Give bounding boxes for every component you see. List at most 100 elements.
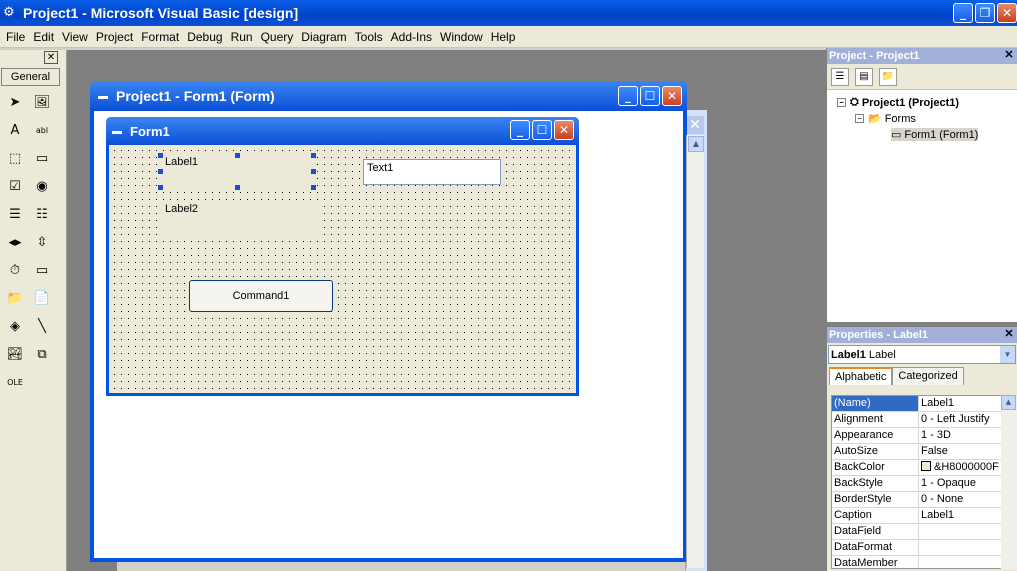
property-row[interactable]: Appearance 1 - 3D (832, 428, 1002, 444)
designer-close-button[interactable]: ✕ (662, 86, 682, 106)
tab-alphabetic[interactable]: Alphabetic (829, 367, 893, 385)
menu-debug[interactable]: Debug (183, 30, 226, 44)
property-value[interactable]: 0 - None (919, 492, 1002, 507)
property-value[interactable]: Label1 (919, 396, 1002, 411)
tab-categorized[interactable]: Categorized (892, 367, 964, 385)
form1-design-canvas[interactable]: Label1 Label2 Text1 Command1 (109, 145, 576, 393)
scroll-up-icon[interactable]: ▲ (1001, 395, 1016, 410)
properties-scrollbar[interactable]: ▲ (1001, 395, 1017, 569)
restore-button[interactable]: ❐ (975, 3, 995, 23)
collapse-icon[interactable]: − (855, 114, 864, 123)
selection-handle[interactable] (158, 169, 163, 174)
view-code-icon[interactable]: ☰ (831, 67, 849, 86)
label2-control[interactable]: Label2 (159, 201, 323, 241)
data-icon[interactable]: ⧉ (31, 343, 53, 365)
frame-icon[interactable]: ⬚ (4, 147, 26, 169)
menu-window[interactable]: Window (436, 30, 487, 44)
designer-minimize-button[interactable]: _ (618, 86, 638, 106)
property-value[interactable]: Label1 (919, 508, 1002, 523)
property-value[interactable]: False (919, 444, 1002, 459)
listbox-icon[interactable]: ☷ (31, 203, 53, 225)
image-icon[interactable]: 🏞 (4, 343, 26, 365)
property-row[interactable]: (Name) Label1 (832, 396, 1002, 412)
background-window-close-icon[interactable]: ✕ (686, 116, 704, 134)
toolbox-general-tab[interactable]: General (1, 68, 60, 86)
menu-help[interactable]: Help (487, 30, 520, 44)
selection-handle[interactable] (158, 185, 163, 190)
label-icon[interactable]: A (4, 119, 26, 141)
properties-grid[interactable]: (Name) Label1 Alignment 0 - Left Justify App… (831, 395, 1003, 569)
tree-node-forms[interactable]: − 📂 Forms (855, 112, 916, 125)
menu-file[interactable]: File (2, 30, 29, 44)
menu-query[interactable]: Query (257, 30, 298, 44)
menu-diagram[interactable]: Diagram (297, 30, 350, 44)
property-value[interactable]: &H8000000F (919, 460, 1002, 475)
dirlist-icon[interactable]: 📁 (4, 287, 26, 309)
text1-control[interactable]: Text1 (363, 159, 501, 185)
property-row[interactable]: DataField (832, 524, 1002, 540)
object-selector[interactable]: Label1 Label ▼ (828, 345, 1016, 364)
selection-handle[interactable] (311, 185, 316, 190)
tree-node-form1[interactable]: ▭ Form1 (Form1) (891, 128, 979, 141)
vb-app-icon[interactable]: ⚙ (3, 5, 19, 21)
property-row[interactable]: AutoSize False (832, 444, 1002, 460)
property-value[interactable]: 0 - Left Justify (919, 412, 1002, 427)
property-row[interactable]: Alignment 0 - Left Justify (832, 412, 1002, 428)
form1-minimize-button[interactable]: _ (510, 120, 530, 140)
properties-close-button[interactable]: ✕ (1003, 328, 1015, 341)
main-title-bar[interactable]: ⚙ Project1 - Microsoft Visual Basic [des… (0, 0, 1017, 26)
scroll-up-icon[interactable]: ▲ (688, 136, 704, 152)
selection-handle[interactable] (311, 153, 316, 158)
form1-maximize-button[interactable]: ☐ (532, 120, 552, 140)
picturebox-icon[interactable]: 🖼 (31, 91, 53, 113)
selection-handle[interactable] (235, 185, 240, 190)
property-row[interactable]: BorderStyle 0 - None (832, 492, 1002, 508)
close-button[interactable]: ✕ (997, 3, 1017, 23)
property-value[interactable]: 1 - 3D (919, 428, 1002, 443)
menu-edit[interactable]: Edit (29, 30, 58, 44)
menu-view[interactable]: View (58, 30, 92, 44)
shape-icon[interactable]: ◈ (4, 315, 26, 337)
menu-add-ins[interactable]: Add-Ins (387, 30, 436, 44)
minimize-button[interactable]: _ (953, 3, 973, 23)
selection-handle[interactable] (311, 169, 316, 174)
property-value[interactable] (919, 540, 1002, 555)
tree-node-project[interactable]: − ⛭ Project1 (Project1) (837, 96, 959, 109)
optionbutton-icon[interactable]: ◉ (31, 175, 53, 197)
property-row[interactable]: BackColor &H8000000F (832, 460, 1002, 476)
property-value[interactable]: 1 - Opaque (919, 476, 1002, 491)
filelist-icon[interactable]: 📄 (31, 287, 53, 309)
form-designer-window[interactable]: ▬ Project1 - Form1 (Form) _ ☐ ✕ ▬ Form1 … (90, 81, 687, 562)
collapse-icon[interactable]: − (837, 98, 846, 107)
commandbutton-icon[interactable]: ▭ (31, 147, 53, 169)
label1-control[interactable]: Label1 (159, 154, 315, 189)
project-explorer-close-button[interactable]: ✕ (1003, 49, 1015, 62)
designer-title-bar[interactable]: ▬ Project1 - Form1 (Form) (90, 81, 687, 111)
designer-vertical-scrollbar[interactable]: ▲ (686, 135, 704, 568)
selection-handle[interactable] (158, 153, 163, 158)
menu-tools[interactable]: Tools (351, 30, 387, 44)
pointer-icon[interactable]: ➤ (4, 91, 26, 113)
command1-control[interactable]: Command1 (189, 280, 333, 312)
timer-icon[interactable]: ⏱ (4, 259, 26, 281)
designer-maximize-button[interactable]: ☐ (640, 86, 660, 106)
chevron-down-icon[interactable]: ▼ (1000, 346, 1015, 363)
menu-run[interactable]: Run (227, 30, 257, 44)
hscrollbar-icon[interactable]: ◂▸ (4, 231, 26, 253)
view-object-icon[interactable]: ▤ (855, 67, 873, 86)
drivelist-icon[interactable]: ▭ (31, 259, 53, 281)
menu-project[interactable]: Project (92, 30, 137, 44)
line-icon[interactable]: ╲ (31, 315, 53, 337)
form1-close-button[interactable]: ✕ (554, 120, 574, 140)
property-value[interactable] (919, 556, 1002, 568)
form1-title-bar[interactable]: ▬ Form1 (106, 117, 579, 145)
combobox-icon[interactable]: ☰ (4, 203, 26, 225)
selection-handle[interactable] (235, 153, 240, 158)
property-row[interactable]: BackStyle 1 - Opaque (832, 476, 1002, 492)
toggle-folders-icon[interactable]: 📁 (879, 67, 897, 86)
form1-window[interactable]: ▬ Form1 _ ☐ ✕ Label1 Label2 Text1 Comman… (106, 117, 579, 396)
property-row[interactable]: DataMember (832, 556, 1002, 568)
property-row[interactable]: Caption Label1 (832, 508, 1002, 524)
property-row[interactable]: DataFormat (832, 540, 1002, 556)
textbox-icon[interactable]: abl (31, 119, 53, 141)
